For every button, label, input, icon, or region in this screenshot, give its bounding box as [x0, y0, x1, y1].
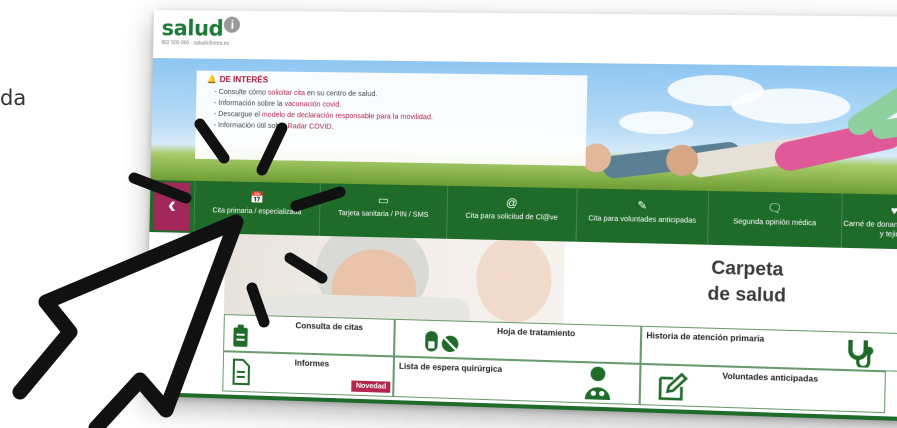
arrow-cursor-icon: [12, 214, 244, 428]
cursor-pointer-illustration: [12, 118, 346, 428]
